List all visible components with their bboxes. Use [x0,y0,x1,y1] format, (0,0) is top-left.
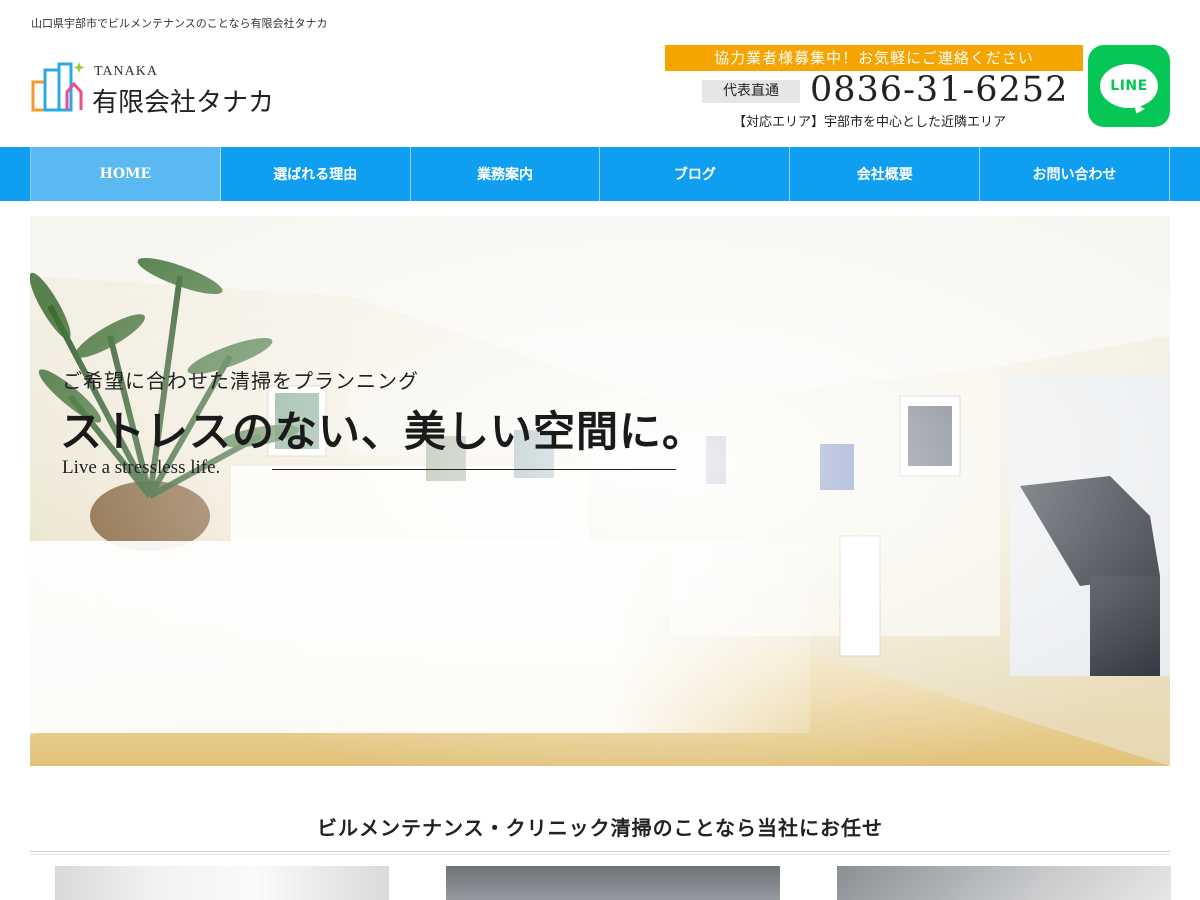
hero-heading: ストレスのない、美しい空間に。 [60,407,706,456]
hero-subheading: ご希望に合わせた清掃をプランニング [62,369,419,393]
section-title: ビルメンテナンス・クリニック清掃のことなら当社にお任せ [317,816,883,840]
section-divider [30,851,1170,852]
service-area: 【対応エリア】宇部市を中心とした近隣エリア [733,115,1007,130]
hero-english-tagline: Live a stressless life. [62,457,221,478]
nav-item-blog[interactable]: ブログ [600,147,791,201]
service-thumbnail-2[interactable] [446,866,780,900]
hero-divider [272,469,676,470]
recruit-banner[interactable]: 協力業者様募集中！お気軽にご連絡ください [665,45,1083,71]
global-nav: HOME 選ばれる理由 業務案内 ブログ 会社概要 お問い合わせ [0,147,1200,201]
nav-item-contact[interactable]: お問い合わせ [980,147,1170,201]
section-divider-secondary [30,854,1170,855]
company-logo[interactable]: TANAKA 有限会社タナカ [30,58,300,118]
service-thumbnail-3[interactable] [837,866,1171,900]
line-icon: LINE [1100,64,1158,108]
nav-item-company[interactable]: 会社概要 [790,147,981,201]
phone-label: 代表直通 [702,80,800,103]
line-button-label: LINE [1110,78,1148,94]
line-button[interactable]: LINE [1088,45,1170,127]
hero-caption-panel [30,541,810,733]
site-tagline: 山口県宇部市でビルメンテナンスのことなら有限会社タナカ [31,17,328,30]
phone-number[interactable]: 0836-31-6252 [810,70,1068,110]
hero-banner [30,216,1170,766]
nav-item-reasons[interactable]: 選ばれる理由 [221,147,411,201]
nav-item-services[interactable]: 業務案内 [411,147,601,201]
logo-english-name: TANAKA [94,64,158,79]
service-thumbnail-1[interactable] [55,866,389,900]
nav-item-home[interactable]: HOME [31,147,221,201]
logo-japanese-name: 有限会社タナカ [92,88,275,118]
building-logo-icon [31,62,85,112]
